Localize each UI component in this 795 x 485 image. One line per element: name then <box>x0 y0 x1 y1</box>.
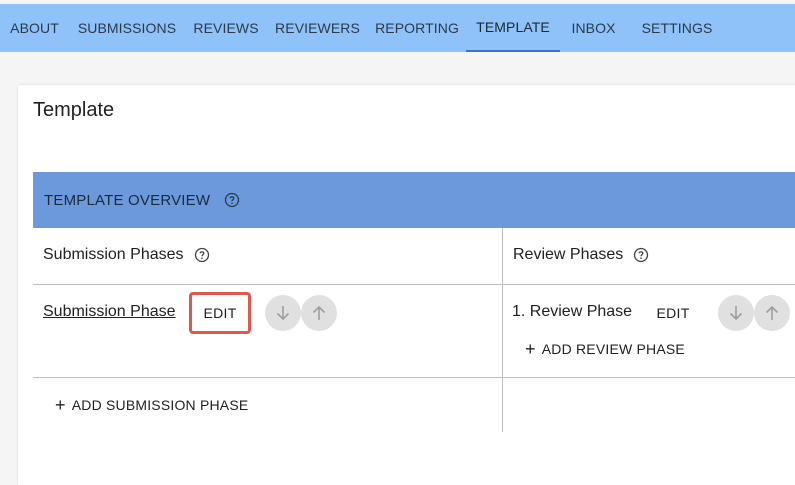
arrow-up-icon <box>312 305 326 320</box>
page-title: Template <box>33 99 115 121</box>
tab-settings[interactable]: SETTINGS <box>627 4 727 52</box>
tab-about[interactable]: ABOUT <box>0 4 69 52</box>
template-overview-title: TEMPLATE OVERVIEW <box>44 191 211 209</box>
review-phases-label: Review Phases <box>513 246 624 263</box>
tab-inbox[interactable]: INBOX <box>560 4 627 52</box>
move-down-button[interactable] <box>265 295 301 331</box>
template-card <box>18 85 795 485</box>
arrow-down-icon <box>276 306 290 321</box>
plus-icon: + <box>55 395 66 415</box>
review-phase-name: 1. Review Phase <box>512 303 633 320</box>
add-submission-phase-button[interactable]: + ADD SUBMISSION PHASE <box>55 396 248 414</box>
tab-submissions[interactable]: SUBMISSIONS <box>69 4 185 52</box>
help-circle-icon[interactable] <box>194 247 210 263</box>
submission-phases-heading: Submission Phases <box>43 246 210 264</box>
plus-icon: + <box>525 339 536 359</box>
divider <box>33 284 795 285</box>
tab-reporting[interactable]: REPORTING <box>368 4 466 52</box>
divider <box>33 377 795 378</box>
add-review-phase-button[interactable]: + ADD REVIEW PHASE <box>525 340 685 358</box>
move-up-button[interactable] <box>301 295 337 331</box>
tab-template[interactable]: TEMPLATE <box>466 4 560 52</box>
help-circle-icon[interactable] <box>224 192 240 208</box>
template-overview-header: TEMPLATE OVERVIEW <box>33 172 795 228</box>
review-phases-heading: Review Phases <box>513 246 649 264</box>
edit-submission-phase-button[interactable]: EDIT <box>189 292 251 334</box>
add-submission-phase-label: ADD SUBMISSION PHASE <box>71 397 249 413</box>
help-circle-icon[interactable] <box>633 247 649 263</box>
arrow-up-icon <box>765 305 779 320</box>
arrow-down-icon <box>729 306 743 321</box>
tab-reviewers[interactable]: REVIEWERS <box>267 4 368 52</box>
column-divider <box>502 228 503 432</box>
top-nav: ABOUT SUBMISSIONS REVIEWS REVIEWERS REPO… <box>0 4 795 52</box>
submission-phase-link[interactable]: Submission Phase <box>43 303 176 321</box>
edit-review-phase-button[interactable]: EDIT <box>650 298 696 328</box>
add-review-phase-label: ADD REVIEW PHASE <box>541 341 685 357</box>
move-down-button[interactable] <box>718 295 754 331</box>
submission-phases-label: Submission Phases <box>43 246 184 263</box>
move-up-button[interactable] <box>754 295 790 331</box>
tab-reviews[interactable]: REVIEWS <box>185 4 267 52</box>
